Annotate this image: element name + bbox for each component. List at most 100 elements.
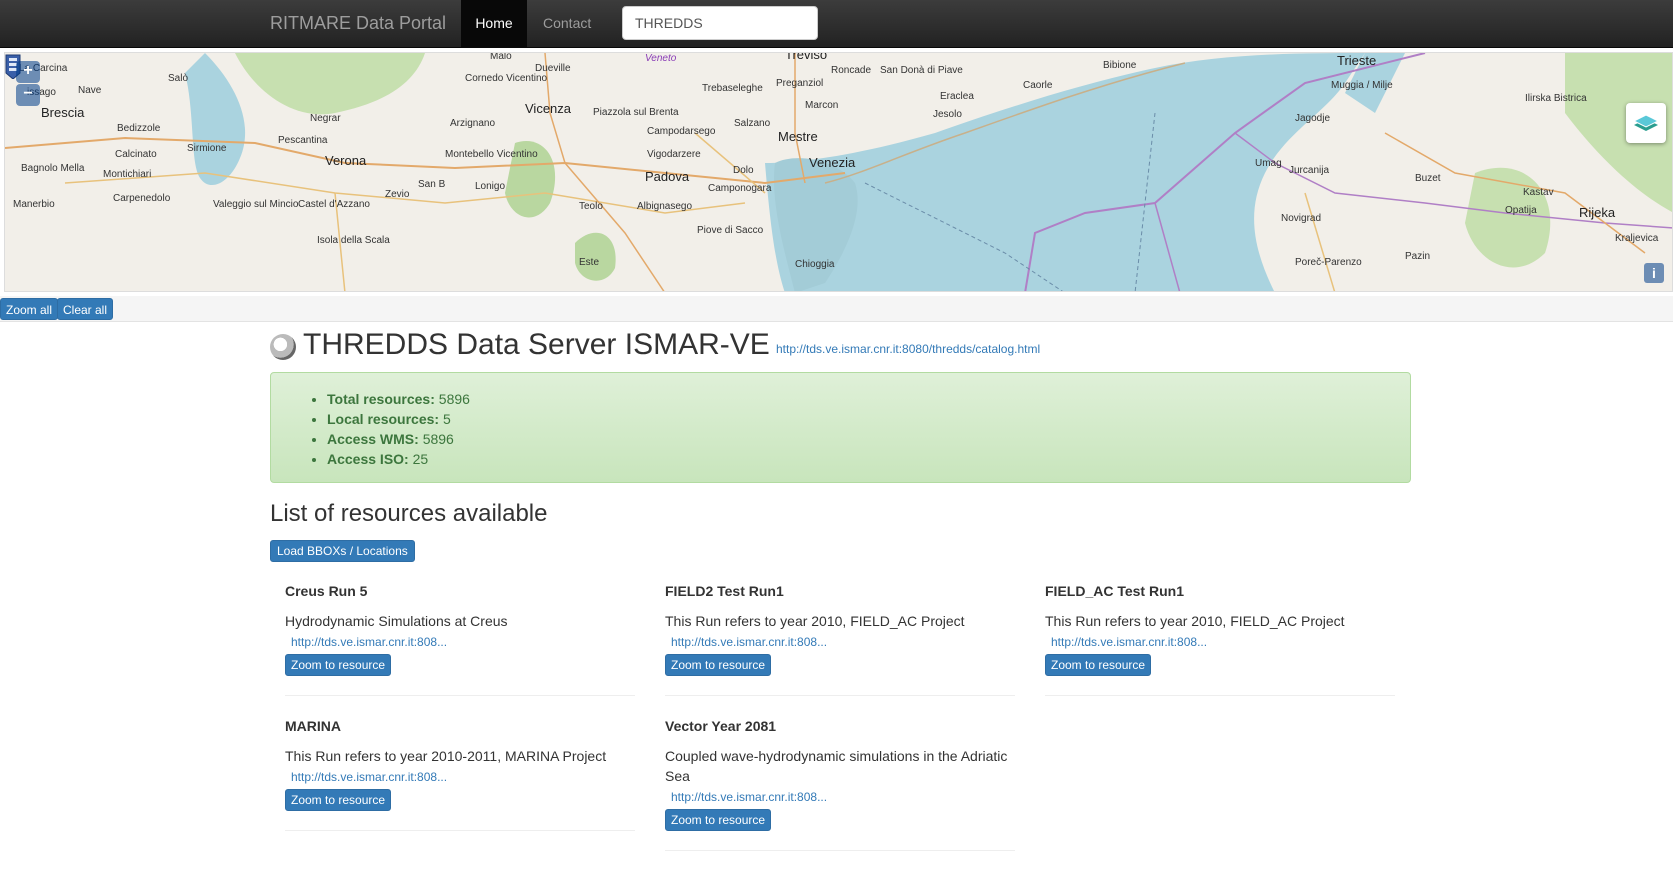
nav-contact[interactable]: Contact xyxy=(543,15,591,31)
map-label: Preganziol xyxy=(776,78,824,89)
map-label: Montebello Vicentino xyxy=(445,149,538,160)
map-label: Marcon xyxy=(805,100,839,111)
zoom-to-resource-button[interactable]: Zoom to resource xyxy=(665,809,772,831)
zoom-to-resource-button[interactable]: Zoom to resource xyxy=(285,789,392,811)
map-label: Isola della Scala xyxy=(317,235,390,246)
map-label: Albignasego xyxy=(637,201,693,212)
map-label: Bibione xyxy=(1103,60,1137,71)
map-label: Dolo xyxy=(733,165,754,176)
load-bbox-button[interactable]: Load BBOXs / Locations xyxy=(270,540,415,562)
resource-link[interactable]: http://tds.ve.ismar.cnr.it:808... xyxy=(1051,635,1207,649)
zoom-to-resource-button[interactable]: Zoom to resource xyxy=(285,654,392,676)
map-label: Trebaseleghe xyxy=(702,83,763,94)
resource-card: Creus Run 5 Hydrodynamic Simulations at … xyxy=(285,583,635,696)
search-input[interactable] xyxy=(622,6,818,40)
resource-link[interactable]: http://tds.ve.ismar.cnr.it:808... xyxy=(671,635,827,649)
resources-heading: List of resources available xyxy=(270,500,548,527)
thredds-logo-icon xyxy=(270,334,296,360)
map-label: Lonigo xyxy=(475,181,506,192)
map-label: Nave xyxy=(78,85,102,96)
resource-link[interactable]: http://tds.ve.ismar.cnr.it:808... xyxy=(291,770,447,784)
map-label: Teolo xyxy=(579,201,603,212)
map-label: Mestre xyxy=(778,129,818,144)
resource-card: FIELD2 Test Run1 This Run refers to year… xyxy=(665,583,1015,696)
map-label: Jurcanija xyxy=(1289,165,1330,176)
map-label: Opatija xyxy=(1505,205,1537,216)
map-label: Piazzola sul Brenta xyxy=(593,107,679,118)
resource-description: This Run refers to year 2010-2011, MARIN… xyxy=(285,748,607,764)
map-label: San B xyxy=(418,179,446,190)
map-viewer[interactable]: La Carcina issago Malo Dueville Veneto T… xyxy=(4,52,1673,292)
zoom-all-button[interactable]: Zoom all xyxy=(0,298,59,320)
map-label: Zevio xyxy=(385,189,410,200)
map-label: Treviso xyxy=(785,52,828,62)
clear-all-button[interactable]: Clear all xyxy=(57,298,114,320)
map-label: Caorle xyxy=(1023,80,1053,91)
map-label: Camponogara xyxy=(708,183,772,194)
resource-card: Vector Year 2081 Coupled wave-hydrodynam… xyxy=(665,718,1015,851)
map-label: Padova xyxy=(645,169,690,184)
map-label: Buzet xyxy=(1415,173,1441,184)
map-label: Ilirska Bistrica xyxy=(1525,93,1587,104)
map-label: Montichiari xyxy=(103,169,152,180)
brand-link[interactable]: RITMARE Data Portal xyxy=(270,13,446,34)
map-label: Kraljevica xyxy=(1615,233,1659,244)
map-label: Piove di Sacco xyxy=(697,225,764,236)
top-navbar: RITMARE Data Portal Home Contact xyxy=(0,0,1673,48)
map-label: Vicenza xyxy=(525,101,572,116)
zoom-out-button[interactable]: − xyxy=(16,84,40,106)
map-label: Malo xyxy=(490,52,512,62)
layer-switcher-button[interactable] xyxy=(1626,103,1666,143)
map-label: Veneto xyxy=(645,53,677,64)
map-label: Muggia / Milje xyxy=(1331,80,1393,91)
map-toolbar: Zoom all Clear all xyxy=(0,296,1673,322)
map-label: Campodarsego xyxy=(647,126,716,137)
resource-link[interactable]: http://tds.ve.ismar.cnr.it:808... xyxy=(671,790,827,804)
resource-card: FIELD_AC Test Run1 This Run refers to ye… xyxy=(1045,583,1395,696)
resource-card: MARINA This Run refers to year 2010-2011… xyxy=(285,718,635,831)
map-label: Brescia xyxy=(41,105,85,120)
map-label: Verona xyxy=(325,153,367,168)
stat-local: Local resources: 5 xyxy=(327,409,470,429)
map-label: Kastav xyxy=(1523,187,1554,198)
catalog-link[interactable]: http://tds.ve.ismar.cnr.it:8080/thredds/… xyxy=(776,342,1040,356)
layers-icon xyxy=(1632,114,1660,131)
resource-title: FIELD2 Test Run1 xyxy=(665,583,784,599)
resource-link[interactable]: http://tds.ve.ismar.cnr.it:808... xyxy=(291,635,447,649)
map-label: Salò xyxy=(168,73,189,84)
map-label: Chioggia xyxy=(795,259,835,270)
map-label: San Donà di Piave xyxy=(880,65,963,76)
nav-home[interactable]: Home xyxy=(461,0,527,48)
attribution-info-button[interactable]: i xyxy=(1644,263,1664,283)
resource-description: Coupled wave-hydrodynamic simulations in… xyxy=(665,748,1008,784)
resource-description: This Run refers to year 2010, FIELD_AC P… xyxy=(665,613,965,629)
map-label: Vigodarzere xyxy=(647,149,701,160)
map-label: Roncade xyxy=(831,65,872,76)
map-label: Valeggio sul Mincio xyxy=(213,199,299,210)
map-label: Rijeka xyxy=(1579,205,1616,220)
map-label: Salzano xyxy=(734,118,771,129)
stat-total: Total resources: 5896 xyxy=(327,389,470,409)
map-label: Cornedo Vicentino xyxy=(465,73,548,84)
zoom-to-resource-button[interactable]: Zoom to resource xyxy=(1045,654,1152,676)
resource-title: Creus Run 5 xyxy=(285,583,368,599)
map-label: Novigrad xyxy=(1281,213,1322,224)
resource-description: This Run refers to year 2010, FIELD_AC P… xyxy=(1045,613,1345,629)
map-label: Eraclea xyxy=(940,91,974,102)
map-label: Pescantina xyxy=(278,135,328,146)
map-label: Carpenedolo xyxy=(113,193,171,204)
map-label: Calcinato xyxy=(115,149,157,160)
map-label: Negrar xyxy=(310,113,341,124)
zoom-in-button[interactable]: + xyxy=(16,61,40,83)
map-label: Sirmione xyxy=(187,143,227,154)
page-title: THREDDS Data Server ISMAR-VE xyxy=(303,328,770,361)
map-label: Bagnolo Mella xyxy=(21,163,85,174)
map-label: Castel d'Azzano xyxy=(298,199,370,210)
map-label: Trieste xyxy=(1337,53,1377,68)
map-label: Poreč-Parenzo xyxy=(1295,257,1362,268)
zoom-to-resource-button[interactable]: Zoom to resource xyxy=(665,654,772,676)
stat-iso: Access ISO: 25 xyxy=(327,449,470,469)
resource-title: MARINA xyxy=(285,718,341,734)
resource-description: Hydrodynamic Simulations at Creus xyxy=(285,613,508,629)
map-label: Pazin xyxy=(1405,251,1431,262)
